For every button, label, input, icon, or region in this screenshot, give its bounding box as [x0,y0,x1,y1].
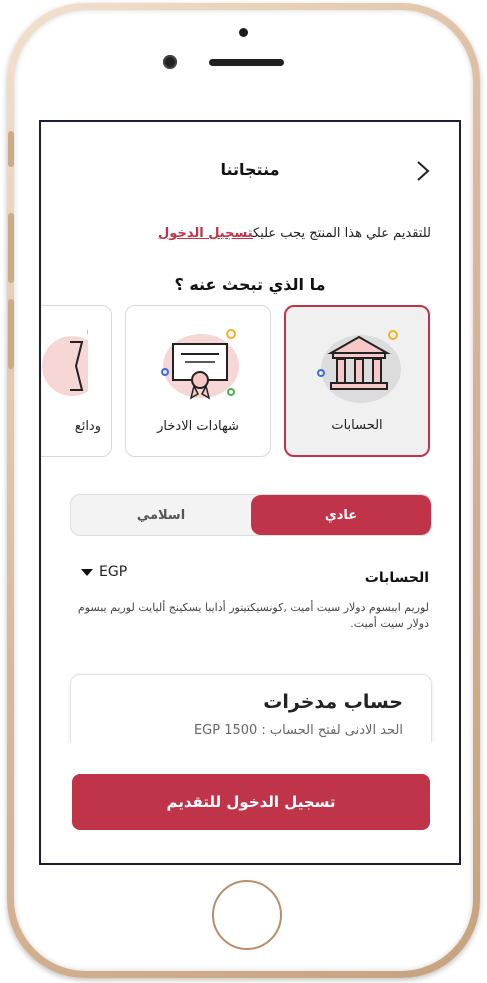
bank-building-icon [311,323,407,409]
product-card-deposits[interactable]: ودائع [39,305,112,457]
deposits-icon [39,322,88,408]
account-min-balance: الحد الادنى لفتح الحساب : EGP 1500 [194,723,403,738]
toggle-islamic[interactable]: اسلامي [71,495,251,535]
login-link[interactable]: تسجيل الدخول [158,226,253,241]
login-prompt-text: للتقديم علي هذا المنتج يجب عليك [253,226,431,241]
front-camera [163,55,177,69]
chevron-right-icon[interactable] [412,158,434,184]
home-button[interactable] [212,880,282,950]
currency-selector[interactable]: EGP [81,564,127,580]
account-type-toggle[interactable]: اسلامي عادي [70,494,432,536]
section-title: الحسابات [365,570,429,586]
login-prompt: للتقديم علي هذا المنتج يجب عليكتسجيل الد… [158,226,431,241]
product-card-certificates[interactable]: شهادات الادخار [125,305,271,457]
proximity-sensor [239,28,248,37]
product-card-label: الحسابات [286,418,428,433]
product-card-label: شهادات الادخار [126,419,270,434]
login-to-apply-button[interactable]: تسجيل الدخول للتقديم [72,774,430,830]
earpiece-speaker [209,59,284,66]
app-screen: منتجاتنا للتقديم علي هذا المنتج يجب عليك… [39,120,461,865]
currency-value: EGP [99,564,127,580]
section-description: لوريم ايبسوم دولار سيت أميت ,كونسيكتيتور… [69,600,429,632]
account-title: حساب مدخرات [263,691,403,713]
caret-down-icon [81,569,93,576]
product-card-label: ودائع [39,419,111,434]
product-card-accounts[interactable]: الحسابات [284,305,430,457]
toggle-regular[interactable]: عادي [251,495,431,535]
certificate-icon [151,322,247,408]
page-title: منتجاتنا [41,160,459,179]
search-question: ما الذي تبحث عنه ؟ [41,275,459,294]
scroll-fade [41,742,459,772]
